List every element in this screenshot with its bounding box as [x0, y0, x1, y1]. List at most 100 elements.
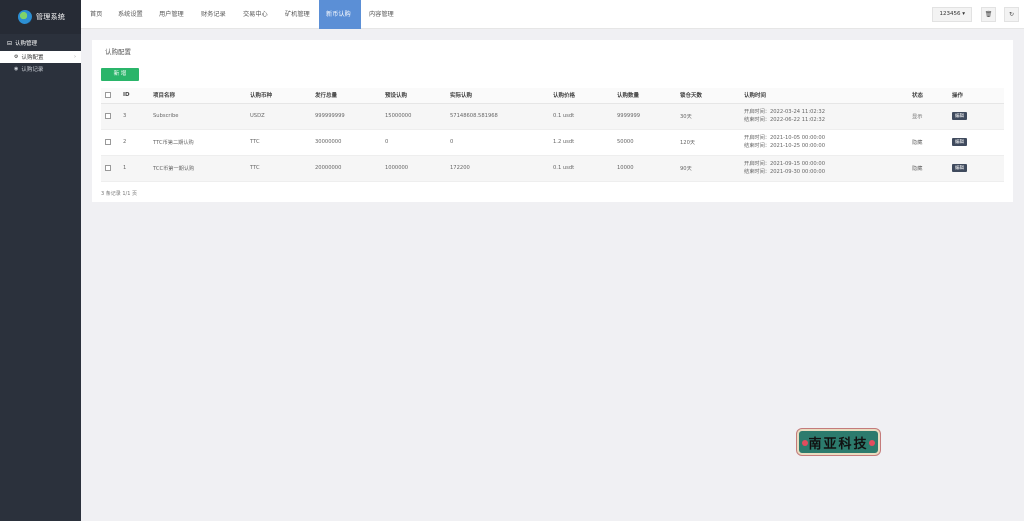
cell-qty: 50000: [613, 129, 676, 156]
col-coin: 认购币种: [246, 88, 311, 104]
row-select-cell: [101, 129, 119, 156]
cell-price: 0.1 usdt: [549, 103, 613, 130]
stamp-dot-right: [869, 440, 875, 446]
table-header-row: ID 项目名称 认购币种 发行总量 预设认购 实际认购 认购价格 认购数量 锁仓…: [101, 88, 1004, 104]
tab-user-management[interactable]: 用户管理: [152, 0, 191, 29]
end-time: 结束时间：2021-09-30 00:00:00: [744, 169, 826, 175]
row-checkbox[interactable]: [105, 138, 111, 145]
edit-button[interactable]: 编辑: [952, 112, 967, 120]
tab-content-management[interactable]: 内容管理: [362, 0, 401, 29]
cell-status: 隐藏: [908, 155, 948, 182]
col-id: ID: [119, 88, 149, 104]
start-time: 开启时间：2021-10-05 00:00:00: [744, 135, 826, 141]
cell-lock: 90天: [676, 155, 740, 182]
stamp-dot-left: [802, 440, 808, 446]
col-time: 认购时间: [740, 88, 908, 104]
cell-actions: 编辑: [948, 155, 1004, 182]
cell-coin: TTC: [246, 155, 311, 182]
col-status: 状态: [908, 88, 948, 104]
row-checkbox[interactable]: [105, 112, 111, 119]
top-nav: 首页 系统设置 用户管理 财务记录 交易中心 矿机管理 新币认购 内容管理 12…: [81, 0, 1024, 29]
cell-id: 1: [119, 155, 149, 182]
subscription-table: ID 项目名称 认购币种 发行总量 预设认购 实际认购 认购价格 认购数量 锁仓…: [101, 88, 1004, 182]
cell-actual: 0: [446, 129, 549, 156]
row-select-cell: [101, 155, 119, 182]
cell-qty: 10000: [613, 155, 676, 182]
sidebar: 管理系统 ⊟ 认购管理 ⚙ 认购配置 › ◉ 认购记录: [0, 0, 81, 521]
col-lock-days: 锁仓天数: [676, 88, 740, 104]
cell-coin: USDZ: [246, 103, 311, 130]
menu-group-label: 认购管理: [15, 41, 38, 47]
end-time: 结束时间：2021-10-25 00:00:00: [744, 143, 826, 149]
row-select-cell: [101, 103, 119, 130]
edit-button[interactable]: 编辑: [952, 164, 967, 172]
sidebar-item-subscription-records[interactable]: ◉ 认购记录: [0, 63, 81, 75]
col-actual: 实际认购: [446, 88, 549, 104]
table-row: 1 TCC币第一期认购 TTC 20000000 1000000 172200 …: [101, 155, 1004, 182]
cell-lock: 30天: [676, 103, 740, 130]
start-time: 开启时间：2021-09-15 00:00:00: [744, 161, 826, 167]
sidebar-item-label: 认购配置: [21, 55, 44, 61]
page-title: 认购配置: [105, 48, 131, 56]
cell-total: 20000000: [311, 155, 381, 182]
tab-trading-center[interactable]: 交易中心: [236, 0, 275, 29]
globe-icon: ◉: [14, 66, 19, 72]
tab-finance-records[interactable]: 财务记录: [194, 0, 233, 29]
sidebar-item-subscription-config[interactable]: ⚙ 认购配置 ›: [0, 51, 81, 63]
cell-status: 隐藏: [908, 129, 948, 156]
cell-actions: 编辑: [948, 129, 1004, 156]
end-time: 结束时间：2022-06-22 11:02:32: [744, 117, 826, 123]
sidebar-item-label: 认购记录: [21, 67, 44, 73]
tab-new-coin-subscription[interactable]: 新币认购: [319, 0, 361, 29]
cell-time: 开启时间：2022-03-24 11:02:32 结束时间：2022-06-22…: [740, 103, 908, 130]
cell-lock: 120天: [676, 129, 740, 156]
col-total-supply: 发行总量: [311, 88, 381, 104]
cell-name: TTC币第二期认购: [149, 129, 246, 156]
user-dropdown[interactable]: 123456 ▾: [932, 7, 972, 22]
watermark-stamp: 南亚科技: [797, 429, 880, 455]
cell-coin: TTC: [246, 129, 311, 156]
chevron-right-icon: ›: [74, 54, 76, 60]
tab-miner-management[interactable]: 矿机管理: [278, 0, 317, 29]
table-row: 3 Subscribe USDZ 999999999 15000000 5714…: [101, 103, 1004, 130]
cell-price: 0.1 usdt: [549, 155, 613, 182]
edit-button[interactable]: 编辑: [952, 138, 967, 146]
col-preset: 预设认购: [381, 88, 446, 104]
cell-name: Subscribe: [149, 103, 246, 130]
trash-icon[interactable]: 🗑: [981, 7, 996, 22]
table-row: 2 TTC币第二期认购 TTC 30000000 0 0 1.2 usdt 50…: [101, 129, 1004, 156]
col-quantity: 认购数量: [613, 88, 676, 104]
refresh-icon[interactable]: ↻: [1004, 7, 1019, 22]
cell-name: TCC币第一期认购: [149, 155, 246, 182]
select-all-cell: [101, 88, 119, 104]
cell-actual: 172200: [446, 155, 549, 182]
cell-preset: 15000000: [381, 103, 446, 130]
col-price: 认购价格: [549, 88, 613, 104]
logo[interactable]: 管理系统: [0, 0, 81, 34]
menu-group-subscription[interactable]: ⊟ 认购管理: [0, 34, 81, 51]
tab-system-settings[interactable]: 系统设置: [111, 0, 150, 29]
col-actions: 操作: [948, 88, 1004, 104]
start-time: 开启时间：2022-03-24 11:02:32: [744, 109, 826, 115]
cell-actions: 编辑: [948, 103, 1004, 130]
cell-actual: 57148608.581968: [446, 103, 549, 130]
logo-icon: [18, 10, 32, 24]
pagination-info: 3 条记录 1/1 页: [101, 191, 137, 197]
cell-time: 开启时间：2021-10-05 00:00:00 结束时间：2021-10-25…: [740, 129, 908, 156]
row-checkbox[interactable]: [105, 164, 111, 171]
grid-icon: ⊟: [7, 39, 13, 47]
cell-id: 3: [119, 103, 149, 130]
add-button[interactable]: 新 增: [101, 68, 139, 81]
cell-status: 显示: [908, 103, 948, 130]
tab-home[interactable]: 首页: [83, 0, 109, 29]
gear-icon: ⚙: [14, 54, 19, 60]
app-title: 管理系统: [36, 13, 66, 21]
cell-total: 999999999: [311, 103, 381, 130]
config-panel: 认购配置 新 增 ID 项目名称 认购币种 发行总量 预设认购 实际认购 认购价…: [92, 40, 1013, 202]
cell-qty: 9999999: [613, 103, 676, 130]
cell-total: 30000000: [311, 129, 381, 156]
watermark-text: 南亚科技: [808, 436, 869, 452]
cell-preset: 0: [381, 129, 446, 156]
cell-preset: 1000000: [381, 155, 446, 182]
select-all-checkbox[interactable]: [105, 92, 111, 98]
